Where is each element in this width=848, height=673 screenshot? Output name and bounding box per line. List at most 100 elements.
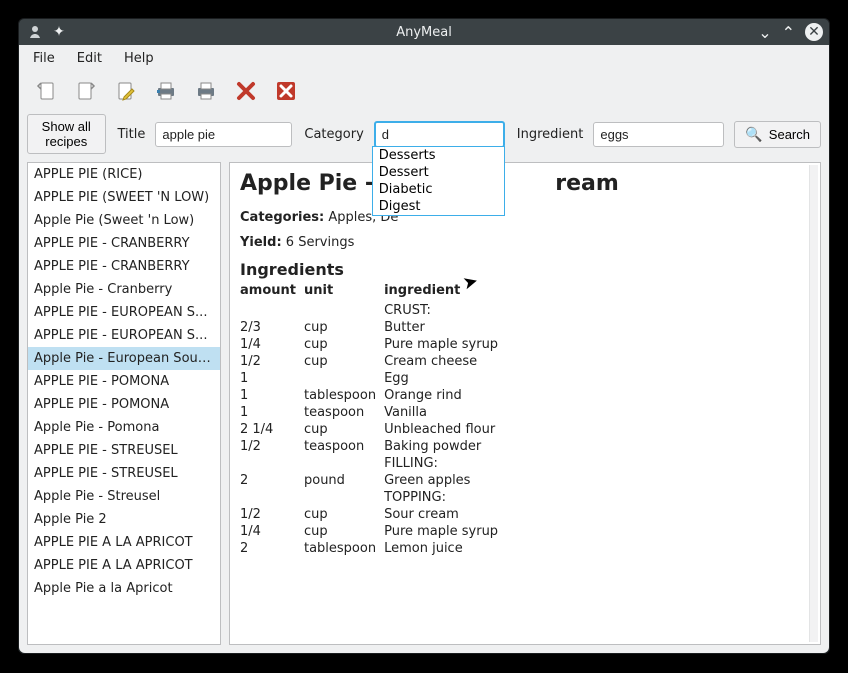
col-unit: unit: [304, 281, 384, 302]
ingredient-input[interactable]: [593, 122, 724, 147]
cell-ingredient: Green apples: [384, 472, 506, 489]
list-item[interactable]: Apple Pie - Streusel: [28, 485, 220, 508]
show-all-button[interactable]: Show all recipes: [27, 114, 106, 154]
cell-amount: 2: [240, 540, 304, 557]
cell-ingredient: Egg: [384, 370, 506, 387]
table-row: 1teaspoonVanilla: [240, 404, 506, 421]
list-item[interactable]: Apple Pie a la Apricot: [28, 577, 220, 600]
category-label: Category: [298, 127, 367, 142]
search-label: Search: [769, 127, 810, 142]
list-item[interactable]: Apple Pie - Cranberry: [28, 278, 220, 301]
cell-amount: [240, 489, 304, 506]
recipe-list[interactable]: APPLE PIE (RICE)APPLE PIE (SWEET 'N LOW)…: [27, 162, 221, 645]
cell-amount: 1/4: [240, 336, 304, 353]
list-item[interactable]: APPLE PIE A LA APRICOT: [28, 531, 220, 554]
list-item[interactable]: Apple Pie - European Sour...: [28, 347, 220, 370]
cell-amount: 1/2: [240, 353, 304, 370]
cell-unit: tablespoon: [304, 387, 384, 404]
menu-file[interactable]: File: [33, 51, 55, 66]
cell-unit: tablespoon: [304, 540, 384, 557]
cell-unit: cup: [304, 319, 384, 336]
list-item[interactable]: APPLE PIE (SWEET 'N LOW): [28, 186, 220, 209]
cell-ingredient: Butter: [384, 319, 506, 336]
cell-amount: 1/4: [240, 523, 304, 540]
minimize-icon[interactable]: ⌄: [758, 23, 771, 42]
filter-bar: Show all recipes Title Category Desserts…: [19, 110, 829, 158]
autocomplete-option[interactable]: Diabetic: [373, 181, 504, 198]
titlebar[interactable]: ✦ AnyMeal ⌄ ⌃ ✕: [19, 19, 829, 45]
list-item[interactable]: APPLE PIE - POMONA: [28, 393, 220, 416]
list-item[interactable]: APPLE PIE - POMONA: [28, 370, 220, 393]
list-item[interactable]: APPLE PIE - EUROPEAN S...: [28, 301, 220, 324]
window-title: AnyMeal: [396, 25, 452, 40]
cell-ingredient: FILLING:: [384, 455, 506, 472]
ingredients-heading: Ingredients: [240, 260, 810, 279]
app-window: ✦ AnyMeal ⌄ ⌃ ✕ File Edit Help Show all …: [18, 18, 830, 654]
recipe-detail: Apple Pie - Eurream Categories: Apples, …: [229, 162, 821, 645]
cell-amount: 1: [240, 404, 304, 421]
cell-ingredient: Lemon juice: [384, 540, 506, 557]
cell-ingredient: Sour cream: [384, 506, 506, 523]
table-row: 1/2cupCream cheese: [240, 353, 506, 370]
pin-icon[interactable]: ✦: [51, 24, 67, 40]
cell-ingredient: CRUST:: [384, 302, 506, 319]
list-item[interactable]: APPLE PIE - CRANBERRY: [28, 255, 220, 278]
close-icon[interactable]: ✕: [805, 23, 823, 41]
cell-unit: [304, 489, 384, 506]
cell-unit: cup: [304, 353, 384, 370]
table-row: 1/2cupSour cream: [240, 506, 506, 523]
list-item[interactable]: APPLE PIE - STREUSEL: [28, 439, 220, 462]
list-item[interactable]: APPLE PIE - STREUSEL: [28, 462, 220, 485]
cell-unit: cup: [304, 523, 384, 540]
list-item[interactable]: Apple Pie (Sweet 'n Low): [28, 209, 220, 232]
list-item[interactable]: APPLE PIE - CRANBERRY: [28, 232, 220, 255]
list-item[interactable]: Apple Pie - Pomona: [28, 416, 220, 439]
cell-ingredient: TOPPING:: [384, 489, 506, 506]
autocomplete-option[interactable]: Digest: [373, 198, 504, 215]
cell-unit: [304, 302, 384, 319]
autocomplete-option[interactable]: Dessert: [373, 164, 504, 181]
search-button[interactable]: 🔍 Search: [734, 121, 821, 148]
print-icon[interactable]: [193, 78, 219, 104]
list-item[interactable]: APPLE PIE - EUROPEAN S...: [28, 324, 220, 347]
cell-ingredient: Orange rind: [384, 387, 506, 404]
maximize-icon[interactable]: ⌃: [782, 23, 795, 42]
title-input[interactable]: [155, 122, 292, 147]
col-ingredient: ingredient: [384, 281, 506, 302]
table-row: TOPPING:: [240, 489, 506, 506]
app-menu-icon[interactable]: [27, 24, 43, 40]
delete-box-icon[interactable]: [273, 78, 299, 104]
yield-line: Yield: 6 Servings: [240, 235, 810, 250]
list-item[interactable]: APPLE PIE A LA APRICOT: [28, 554, 220, 577]
list-item[interactable]: Apple Pie 2: [28, 508, 220, 531]
recipe-title-right: ream: [555, 171, 619, 196]
title-label: Title: [112, 127, 150, 142]
category-input[interactable]: [374, 121, 505, 148]
cell-amount: 2/3: [240, 319, 304, 336]
table-row: 1tablespoonOrange rind: [240, 387, 506, 404]
yield-value: 6 Servings: [286, 235, 355, 250]
new-page-left-icon[interactable]: [33, 78, 59, 104]
table-row: 1Egg: [240, 370, 506, 387]
cell-amount: 2 1/4: [240, 421, 304, 438]
cell-ingredient: Pure maple syrup: [384, 336, 506, 353]
table-row: 2poundGreen apples: [240, 472, 506, 489]
menu-edit[interactable]: Edit: [77, 51, 102, 66]
toolbar: [19, 72, 829, 110]
table-row: 2/3cupButter: [240, 319, 506, 336]
cell-ingredient: Pure maple syrup: [384, 523, 506, 540]
client-area: File Edit Help Show all recipes Title Ca…: [19, 45, 829, 653]
autocomplete-option[interactable]: Desserts: [373, 147, 504, 164]
menu-help[interactable]: Help: [124, 51, 154, 66]
table-row: FILLING:: [240, 455, 506, 472]
print-all-icon[interactable]: [153, 78, 179, 104]
delete-x-icon[interactable]: [233, 78, 259, 104]
edit-page-icon[interactable]: [113, 78, 139, 104]
new-page-right-icon[interactable]: [73, 78, 99, 104]
category-autocomplete[interactable]: DessertsDessertDiabeticDigest: [372, 146, 505, 216]
col-amount: amount: [240, 281, 304, 302]
list-item[interactable]: APPLE PIE (RICE): [28, 163, 220, 186]
table-row: 2 1/4cupUnbleached flour: [240, 421, 506, 438]
search-icon: 🔍: [745, 126, 762, 143]
cell-unit: pound: [304, 472, 384, 489]
